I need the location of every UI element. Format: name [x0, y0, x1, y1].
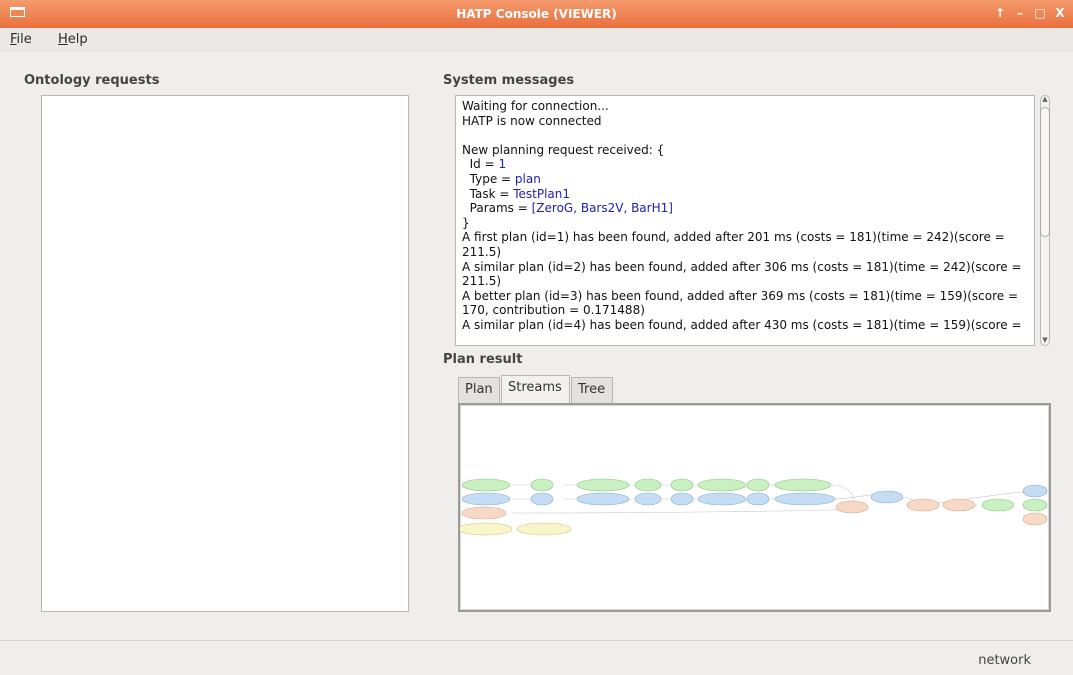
message-line: HATP is now connected	[462, 113, 602, 128]
message-line: A similar plan (id=2) has been found, ad…	[462, 259, 1026, 289]
menu-file-label: ile	[16, 32, 32, 47]
graph-node[interactable]	[530, 492, 554, 506]
graph-node[interactable]	[576, 478, 630, 492]
graph-node[interactable]	[774, 478, 832, 492]
messages-scrollbar[interactable]: ▲ ▼	[1038, 95, 1052, 346]
status-bar: network	[0, 640, 1073, 675]
ontology-requests-list[interactable]	[41, 95, 409, 612]
param-value: TestPlan1	[513, 186, 571, 201]
message-param-task: Task = TestPlan1	[462, 187, 1028, 202]
message-line: A similar plan (id=4) has been found, ad…	[462, 317, 1022, 332]
close-icon[interactable]: X	[1053, 6, 1067, 20]
param-label: Id =	[462, 157, 499, 172]
graph-node[interactable]	[746, 478, 770, 492]
graph-node[interactable]	[516, 522, 572, 536]
graph-node[interactable]	[906, 498, 940, 512]
message-param-id: Id = 1	[462, 157, 1028, 172]
param-value: [ZeroG, Bars2V, BarH1]	[531, 201, 673, 216]
ontology-requests-title: Ontology requests	[24, 73, 160, 88]
graph-node[interactable]	[670, 478, 694, 492]
window-title: HATP Console (VIEWER)	[456, 7, 617, 21]
menu-help-label: elp	[67, 32, 88, 47]
graph-node[interactable]	[461, 492, 511, 506]
param-label: Type =	[462, 171, 515, 186]
graph-node[interactable]	[461, 506, 507, 520]
graph-node[interactable]	[1022, 498, 1048, 512]
graph-node[interactable]	[870, 490, 904, 504]
message-param-type: Type = plan	[462, 172, 1028, 187]
graph-node[interactable]	[457, 522, 513, 536]
graph-node[interactable]	[697, 478, 747, 492]
menu-help[interactable]: Help	[58, 32, 88, 47]
graph-node[interactable]	[670, 492, 694, 506]
system-messages-title: System messages	[443, 73, 575, 88]
minimize-icon[interactable]: –	[1013, 6, 1027, 20]
menu-bar: File Help	[0, 28, 1073, 52]
graph-node[interactable]	[461, 478, 511, 492]
scrollbar-thumb[interactable]	[1040, 107, 1050, 237]
graph-node[interactable]	[697, 492, 747, 506]
graph-node[interactable]	[774, 492, 836, 506]
title-bar: HATP Console (VIEWER) ↑ – □ X	[0, 0, 1073, 28]
scroll-down-icon[interactable]: ▼	[1040, 336, 1050, 344]
param-label: Task =	[462, 186, 514, 201]
plan-result-title: Plan result	[443, 352, 523, 367]
streams-graph	[457, 478, 1048, 536]
message-line: A first plan (id=1) has been found, adde…	[462, 230, 1009, 259]
graph-node[interactable]	[634, 492, 662, 506]
window-up-icon[interactable]: ↑	[993, 6, 1007, 20]
message-line: }	[462, 215, 470, 230]
graph-node[interactable]	[942, 498, 976, 512]
message-line: A better plan (id=3) has been found, add…	[462, 288, 1022, 318]
graph-node[interactable]	[634, 478, 662, 492]
streams-graph-view[interactable]	[457, 403, 1051, 612]
message-line	[462, 128, 1028, 143]
graph-node[interactable]	[1022, 512, 1048, 526]
message-line: New planning request received: {	[462, 142, 665, 157]
status-network: network	[978, 653, 1031, 668]
graph-node[interactable]	[746, 492, 770, 506]
graph-node[interactable]	[981, 498, 1015, 512]
maximize-icon[interactable]: □	[1033, 6, 1047, 20]
graph-node[interactable]	[576, 492, 630, 506]
message-line: Waiting for connection...	[462, 99, 609, 113]
param-value: plan	[514, 171, 541, 186]
graph-node[interactable]	[1022, 484, 1048, 498]
param-value: 1	[498, 157, 507, 172]
graph-node[interactable]	[835, 500, 869, 514]
tab-plan[interactable]: Plan	[458, 377, 500, 403]
tab-tree[interactable]: Tree	[571, 377, 613, 403]
param-label: Params =	[462, 201, 532, 216]
message-param-params: Params = [ZeroG, Bars2V, BarH1]	[462, 201, 1028, 216]
system-messages-log[interactable]: Waiting for connection... HATP is now co…	[455, 95, 1035, 346]
scroll-up-icon[interactable]: ▲	[1040, 95, 1050, 103]
menu-help-mnemonic: H	[58, 32, 68, 47]
menu-file[interactable]: File	[10, 32, 32, 47]
tab-streams[interactable]: Streams	[501, 375, 570, 403]
graph-node[interactable]	[530, 478, 554, 492]
